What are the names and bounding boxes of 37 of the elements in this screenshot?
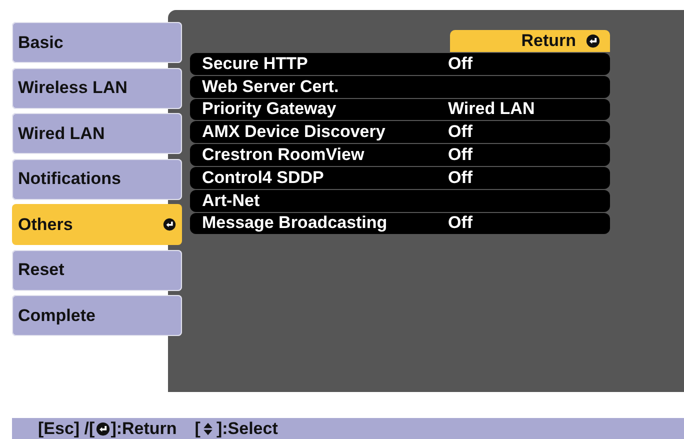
setting-row[interactable]: Web Server Cert.: [190, 76, 610, 98]
menu-tab[interactable]: Wireless LAN: [12, 68, 182, 108]
enter-icon: [586, 34, 600, 48]
setting-row[interactable]: Secure HTTP Off: [190, 53, 610, 75]
setting-value: Off: [448, 213, 473, 234]
menu-tab[interactable]: Notifications: [12, 158, 182, 200]
help-text: [: [194, 418, 200, 438]
setting-row[interactable]: AMX Device Discovery Off: [190, 121, 610, 144]
menu-tab[interactable]: Basic: [12, 22, 182, 63]
setting-value: Off: [448, 145, 473, 166]
setting-row[interactable]: Control4 SDDP Off: [190, 166, 610, 189]
setting-name: Crestron RoomView: [202, 145, 366, 166]
setting-name: AMX Device Discovery: [202, 122, 386, 142]
return-button[interactable]: Return: [450, 30, 610, 52]
setting-row[interactable]: Priority Gateway Wired LAN: [190, 98, 610, 120]
setting-name: Secure HTTP: [202, 54, 309, 74]
setting-name: Control4 SDDP: [202, 168, 325, 188]
setting-value: Wired LAN: [448, 99, 535, 120]
menu-tab[interactable]: Others: [12, 204, 182, 245]
menu-tab[interactable]: Wired LAN: [12, 113, 182, 154]
enter-icon: [96, 422, 110, 436]
setting-name: Message Broadcasting: [202, 213, 388, 234]
menu-tab[interactable]: Complete: [12, 295, 182, 336]
setting-row[interactable]: Art-Net: [190, 190, 610, 212]
setting-name: Web Server Cert.: [202, 76, 340, 97]
setting-name: Priority Gateway: [202, 99, 338, 120]
enter-icon: [163, 218, 176, 231]
setting-row[interactable]: Crestron RoomView Off: [190, 144, 610, 166]
help-text: ]:Return: [110, 418, 177, 438]
setting-value: Off: [448, 122, 473, 142]
setting-value: Off: [448, 168, 473, 188]
setting-name: Art-Net: [202, 190, 261, 211]
help-text: [Esc] /[: [38, 418, 95, 438]
setting-row[interactable]: Message Broadcasting Off: [190, 212, 610, 234]
menu-tab[interactable]: Reset: [12, 250, 182, 290]
setting-value: Off: [448, 54, 473, 74]
help-text: ]:Select: [216, 418, 278, 438]
